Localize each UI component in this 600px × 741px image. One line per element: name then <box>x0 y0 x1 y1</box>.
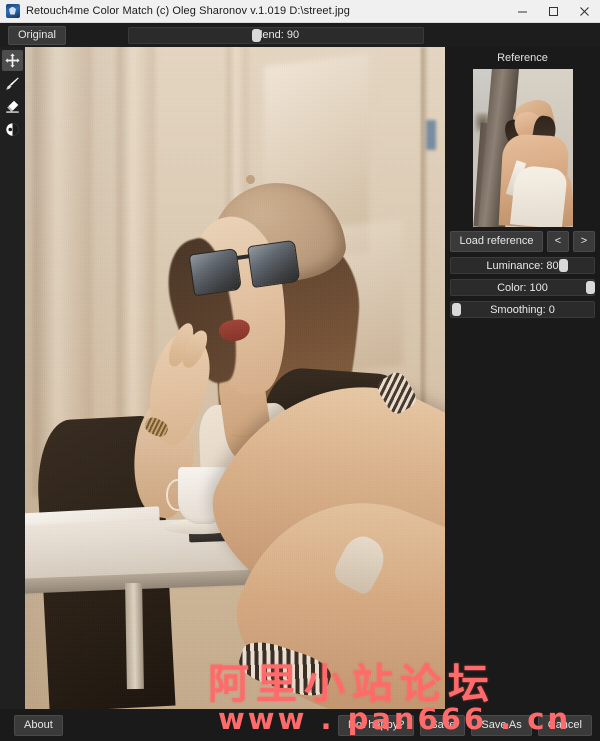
luminance-slider-label: Luminance: 80 <box>486 259 559 272</box>
window-controls <box>507 0 600 22</box>
color-slider-label: Color: 100 <box>497 281 548 294</box>
smoothing-slider-label: Smoothing: 0 <box>490 303 555 316</box>
cancel-button[interactable]: Cancel <box>537 714 592 736</box>
load-reference-button[interactable]: Load reference <box>450 231 543 252</box>
minimize-button[interactable] <box>507 0 538 22</box>
color-slider-handle[interactable] <box>586 281 595 294</box>
save-as-button[interactable]: Save As <box>471 714 532 736</box>
tool-strip <box>0 47 25 709</box>
not-happy-button[interactable]: Not happy? <box>338 714 415 736</box>
smoothing-slider-handle[interactable] <box>452 303 461 316</box>
app-shield-icon <box>6 4 20 18</box>
blend-slider-label: Blend: 90 <box>252 29 300 41</box>
previous-reference-button[interactable]: < <box>547 231 569 252</box>
about-button[interactable]: About <box>14 714 63 736</box>
bottom-bar: About Not happy? Save Save As Cancel <box>0 709 600 741</box>
save-button[interactable]: Save <box>420 714 466 736</box>
next-reference-button[interactable]: > <box>573 231 595 252</box>
photo-table-leg <box>124 583 144 690</box>
eraser-tool[interactable] <box>2 96 23 117</box>
reference-panel: Reference Load reference < > Luminance: … <box>445 47 600 709</box>
edited-photo <box>25 47 445 709</box>
photo-lens-left <box>188 247 243 297</box>
work-area: Reference Load reference < > Luminance: … <box>0 47 600 709</box>
reference-top-garment <box>509 164 568 227</box>
contrast-tool[interactable] <box>2 119 23 140</box>
original-toggle-button[interactable]: Original <box>8 25 66 45</box>
luminance-slider[interactable]: Luminance: 80 <box>450 257 595 274</box>
maximize-button[interactable] <box>538 0 569 22</box>
reference-title: Reference <box>497 52 548 64</box>
reference-thumbnail[interactable] <box>472 69 573 227</box>
app-window: Retouch4me Color Match (c) Oleg Sharonov… <box>0 0 600 741</box>
photo-street-sign <box>425 119 436 150</box>
photo-lens-right <box>246 239 301 289</box>
blend-slider[interactable]: Blend: 90 <box>127 26 424 44</box>
photo-street-pole <box>421 47 429 431</box>
luminance-slider-handle[interactable] <box>559 259 569 272</box>
color-slider[interactable]: Color: 100 <box>450 279 595 296</box>
image-canvas[interactable] <box>25 47 445 709</box>
close-button[interactable] <box>569 0 600 22</box>
blend-slider-handle[interactable] <box>252 28 262 42</box>
brush-tool[interactable] <box>2 73 23 94</box>
window-title: Retouch4me Color Match (c) Oleg Sharonov… <box>26 5 350 17</box>
move-tool[interactable] <box>2 50 23 71</box>
title-bar: Retouch4me Color Match (c) Oleg Sharonov… <box>0 0 600 23</box>
top-toolbar: Original Blend: 90 <box>0 23 600 47</box>
smoothing-slider[interactable]: Smoothing: 0 <box>450 301 595 318</box>
reference-actions-row: Load reference < > <box>445 231 600 252</box>
